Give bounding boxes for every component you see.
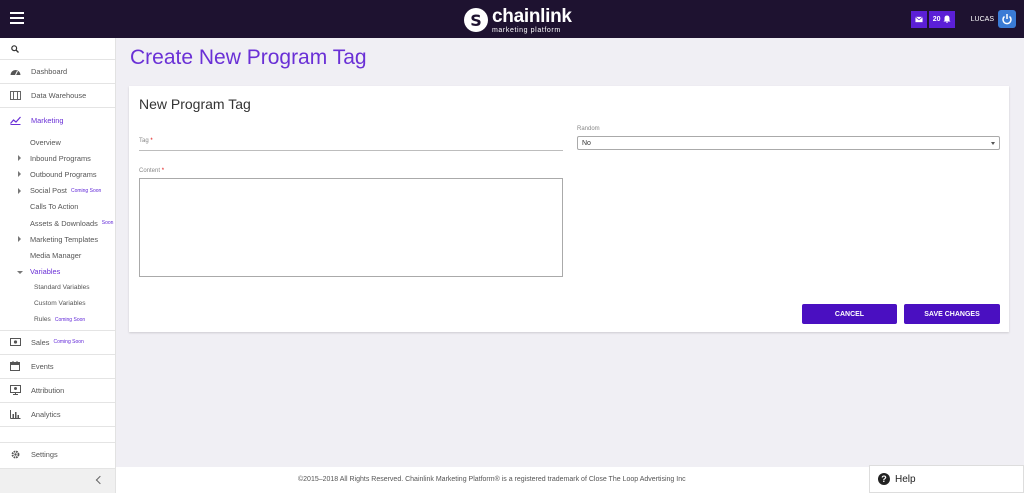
warehouse-icon: [9, 91, 21, 101]
sidebar-subitem-marketing-templates[interactable]: Marketing Templates: [0, 231, 115, 247]
dashboard-icon: [9, 67, 21, 77]
tag-input[interactable]: [139, 136, 563, 150]
coming-soon-badge: Coming Soon: [54, 316, 86, 323]
sidebar-item-settings[interactable]: Settings: [0, 442, 115, 466]
chevron-left-icon: [95, 475, 105, 485]
brand-logo[interactable]: S chainlink marketing platform: [464, 6, 572, 34]
sidebar-subitem-media-manager[interactable]: Media Manager: [0, 247, 115, 263]
caret-down-icon: [17, 270, 23, 274]
caret-right-icon: [18, 187, 21, 194]
sidebar-subitem-variables[interactable]: Variables: [0, 264, 115, 280]
calendar-icon: [9, 361, 21, 372]
help-button[interactable]: ? Help: [869, 465, 1024, 493]
top-bar: S chainlink marketing platform 20 LUCAS: [0, 0, 1024, 38]
money-icon: [9, 337, 21, 347]
sidebar-item-attribution[interactable]: Attribution: [0, 379, 115, 403]
content-textarea[interactable]: [139, 178, 563, 277]
random-select-value: No: [582, 139, 591, 147]
chart-line-icon: [9, 115, 21, 125]
power-icon: [1002, 14, 1012, 25]
sidebar-subitem-custom-variables[interactable]: Custom Variables: [0, 296, 115, 312]
sidebar-item-data-warehouse[interactable]: Data Warehouse: [0, 84, 115, 108]
caret-right-icon: [18, 155, 21, 162]
gear-icon: [9, 450, 21, 459]
soon-badge: Soon: [101, 220, 114, 227]
page-title: Create New Program Tag: [130, 46, 367, 69]
caret-down-icon: [991, 142, 995, 145]
sidebar-item-sales[interactable]: Sales Coming Soon: [0, 331, 115, 355]
sidebar-subitem-inbound-programs[interactable]: Inbound Programs: [0, 150, 115, 166]
sidebar-subitem-standard-variables[interactable]: Standard Variables: [0, 280, 115, 296]
random-select[interactable]: No: [577, 136, 1000, 150]
cancel-button[interactable]: CANCEL: [802, 304, 897, 324]
coming-soon-badge: Coming Soon: [70, 187, 102, 194]
sidebar-subitem-assets-downloads[interactable]: Assets & Downloads Soon: [0, 215, 115, 231]
sidebar-search[interactable]: [0, 38, 115, 60]
sidebar-item-marketing[interactable]: Marketing: [0, 108, 115, 132]
brand-name: chainlink: [492, 5, 572, 27]
help-label: Help: [895, 473, 916, 485]
mail-icon: [914, 16, 923, 22]
copyright-text: ©2015–2018 All Rights Reserved. Chainlin…: [298, 476, 686, 483]
sidebar-subitem-social-post[interactable]: Social Post Coming Soon: [0, 183, 115, 199]
program-tag-form: New Program Tag Tag * Random No Content …: [129, 86, 1009, 332]
sidebar-subitem-overview[interactable]: Overview: [0, 134, 115, 150]
card-title: New Program Tag: [139, 96, 251, 112]
brand-tagline: marketing platform: [492, 26, 561, 34]
random-label: Random: [577, 126, 600, 132]
mail-button[interactable]: [910, 10, 927, 28]
logout-button[interactable]: [998, 10, 1016, 28]
sidebar-item-analytics[interactable]: Analytics: [0, 403, 115, 427]
bar-chart-icon: [9, 409, 21, 419]
tag-input-underline: [139, 150, 563, 151]
menu-icon[interactable]: [10, 12, 24, 24]
sidebar-item-dashboard[interactable]: Dashboard: [0, 60, 115, 84]
sidebar-item-events[interactable]: Events: [0, 355, 115, 379]
caret-right-icon: [18, 171, 21, 178]
sidebar-subitem-calls-to-action[interactable]: Calls To Action: [0, 199, 115, 215]
sidebar: Dashboard Data Warehouse Marketing Overv…: [0, 38, 116, 493]
bell-icon: [943, 15, 951, 23]
sidebar-subitem-outbound-programs[interactable]: Outbound Programs: [0, 166, 115, 182]
coming-soon-badge: Coming Soon: [53, 339, 84, 346]
marketing-submenu: Overview Inbound Programs Outbound Progr…: [0, 132, 115, 331]
caret-right-icon: [18, 236, 21, 243]
question-icon: ?: [878, 473, 890, 485]
logo-mark-icon: S: [464, 8, 488, 32]
search-icon: [11, 44, 19, 53]
notifications-button[interactable]: 20: [928, 10, 955, 28]
sidebar-collapse-button[interactable]: [0, 468, 115, 493]
save-changes-button[interactable]: SAVE CHANGES: [904, 304, 1000, 324]
sidebar-subitem-rules[interactable]: Rules Coming Soon: [0, 312, 115, 328]
content-label: Content *: [139, 168, 165, 174]
notification-count: 20: [932, 15, 941, 23]
user-name[interactable]: LUCAS: [971, 16, 994, 23]
attribution-icon: [9, 385, 21, 396]
